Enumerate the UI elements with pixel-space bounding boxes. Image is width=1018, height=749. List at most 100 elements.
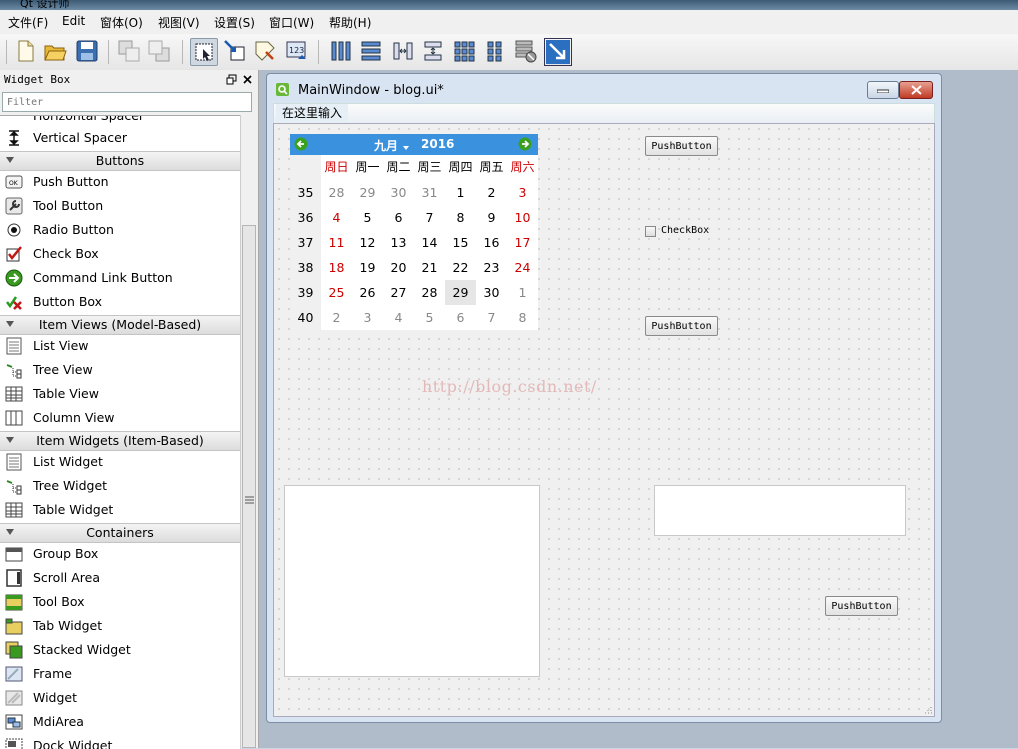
category-item-views[interactable]: Item Views (Model-Based) [0,315,240,335]
text-edit-widget[interactable] [284,485,540,677]
edit-signals-slots-icon[interactable] [222,38,248,64]
edit-tab-order-icon[interactable]: 123 [284,38,310,64]
close-icon[interactable] [242,74,253,85]
open-file-icon[interactable] [42,38,68,64]
layout-horizontal-splitter-icon[interactable] [390,38,416,64]
calendar-day[interactable]: 7 [476,305,507,330]
calendar-day[interactable]: 4 [321,205,352,230]
calendar-day[interactable]: 26 [352,280,383,305]
calendar-day[interactable]: 2 [476,180,507,205]
calendar-day[interactable]: 3 [352,305,383,330]
calendar-year[interactable]: 2016 [421,137,454,151]
category-buttons[interactable]: Buttons [0,151,240,171]
category-item-widgets[interactable]: Item Widgets (Item-Based) [0,431,240,451]
calendar-month[interactable]: 九月 [374,137,398,154]
push-button-3[interactable]: PushButton [825,596,898,616]
calendar-day[interactable]: 23 [476,255,507,280]
menu-settings[interactable]: 设置(S) [214,14,255,31]
calendar-day[interactable]: 7 [414,205,445,230]
widget-item-table-widget[interactable]: Table Widget [0,498,240,522]
push-button-2[interactable]: PushButton [645,316,718,336]
widget-item-dock-widget[interactable]: Dock Widget [0,734,240,749]
widget-item-mdi-area[interactable]: MdiArea [0,710,240,734]
calendar-day[interactable]: 22 [445,255,476,280]
widget-item-list-view[interactable]: List View [0,334,240,358]
adjust-size-icon[interactable] [544,38,572,66]
widget-item-column-view[interactable]: Column View [0,406,240,430]
widget-item-command-link-button[interactable]: Command Link Button [0,266,240,290]
calendar-day[interactable]: 27 [383,280,414,305]
widget-filter-input[interactable] [2,92,252,112]
type-here-menu[interactable]: 在这里输入 [276,104,349,122]
menu-file[interactable]: 文件(F) [8,14,48,31]
calendar-day[interactable]: 1 [445,180,476,205]
resize-grip-icon[interactable] [922,704,932,714]
widget-item-tab-widget[interactable]: Tab Widget [0,614,240,638]
widget-item-frame[interactable]: Frame [0,662,240,686]
save-icon[interactable] [74,38,100,64]
calendar-day[interactable]: 8 [445,205,476,230]
widget-item-vertical-spacer[interactable]: Vertical Spacer [0,126,240,150]
widget-item-check-box[interactable]: Check Box [0,242,240,266]
calendar-day[interactable]: 17 [507,230,538,255]
calendar-day[interactable]: 30 [476,280,507,305]
widget-item-tree-view[interactable]: Tree View [0,358,240,382]
push-button-1[interactable]: PushButton [645,136,718,156]
calendar-day[interactable]: 10 [507,205,538,230]
menu-form[interactable]: 窗体(O) [100,14,143,31]
calendar-day[interactable]: 30 [383,180,414,205]
month-dropdown-icon[interactable] [403,146,409,150]
calendar-day[interactable]: 11 [321,230,352,255]
widget-item-stacked-widget[interactable]: Stacked Widget [0,638,240,662]
calendar-day[interactable]: 14 [414,230,445,255]
layout-vertical-splitter-icon[interactable] [420,38,446,64]
menu-window[interactable]: 窗口(W) [269,14,314,31]
calendar-day[interactable]: 20 [383,255,414,280]
window-close-button[interactable] [899,81,933,99]
scrollbar-thumb[interactable] [242,225,256,748]
widget-item-list-widget[interactable]: List Widget [0,450,240,474]
widget-item-table-view[interactable]: Table View [0,382,240,406]
send-to-back-icon[interactable] [116,38,142,64]
form-title-bar[interactable]: MainWindow - blog.ui* [267,74,941,102]
calendar-day[interactable]: 5 [352,205,383,230]
layout-form-icon[interactable] [452,38,478,64]
bring-to-front-icon[interactable] [146,38,172,64]
edit-buddies-icon[interactable] [252,38,278,64]
category-containers[interactable]: Containers [0,523,240,543]
widget-item-button-box[interactable]: Button Box [0,290,240,314]
break-layout-icon[interactable] [512,38,538,64]
widget-item-scroll-area[interactable]: Scroll Area [0,566,240,590]
calendar-day[interactable]: 9 [476,205,507,230]
calendar-day[interactable]: 29 [352,180,383,205]
checkbox-box[interactable] [645,226,656,237]
calendar-day[interactable]: 25 [321,280,352,305]
new-file-icon[interactable] [12,38,38,64]
calendar-day[interactable]: 8 [507,305,538,330]
layout-vertical-icon[interactable] [358,38,384,64]
calendar-day[interactable]: 21 [414,255,445,280]
calendar-day[interactable]: 3 [507,180,538,205]
calendar-day[interactable]: 28 [414,280,445,305]
calendar-day[interactable]: 5 [414,305,445,330]
prev-month-icon[interactable] [294,137,308,151]
minimize-button[interactable] [867,81,899,99]
calendar-day[interactable]: 2 [321,305,352,330]
next-month-icon[interactable] [518,137,532,151]
form-window[interactable]: MainWindow - blog.ui* 在这里输入 九月 2016 周日 周一… [266,73,942,723]
widget-item-radio-button[interactable]: Radio Button [0,218,240,242]
layout-grid-icon[interactable] [482,38,508,64]
calendar-day[interactable]: 24 [507,255,538,280]
menu-edit[interactable]: Edit [62,14,85,28]
calendar-day[interactable]: 1 [507,280,538,305]
layout-horizontal-icon[interactable] [328,38,354,64]
menu-view[interactable]: 视图(V) [158,14,200,31]
form-canvas[interactable]: 九月 2016 周日 周一 周二 周三 周四 周五 周六 35 28 29 30 31 1 2 3 36 4 5 6… [273,123,935,717]
widget-item-tool-button[interactable]: Tool Button [0,194,240,218]
calendar-day[interactable]: 15 [445,230,476,255]
menu-help[interactable]: 帮助(H) [329,14,371,31]
edit-widgets-icon[interactable] [190,38,218,66]
calendar-widget[interactable]: 九月 2016 周日 周一 周二 周三 周四 周五 周六 35 28 29 30 31 1 2 3 36 4 5 6… [290,134,538,330]
widget-item-push-button[interactable]: OK Push Button [0,170,240,194]
widget-item-tool-box[interactable]: Tool Box [0,590,240,614]
